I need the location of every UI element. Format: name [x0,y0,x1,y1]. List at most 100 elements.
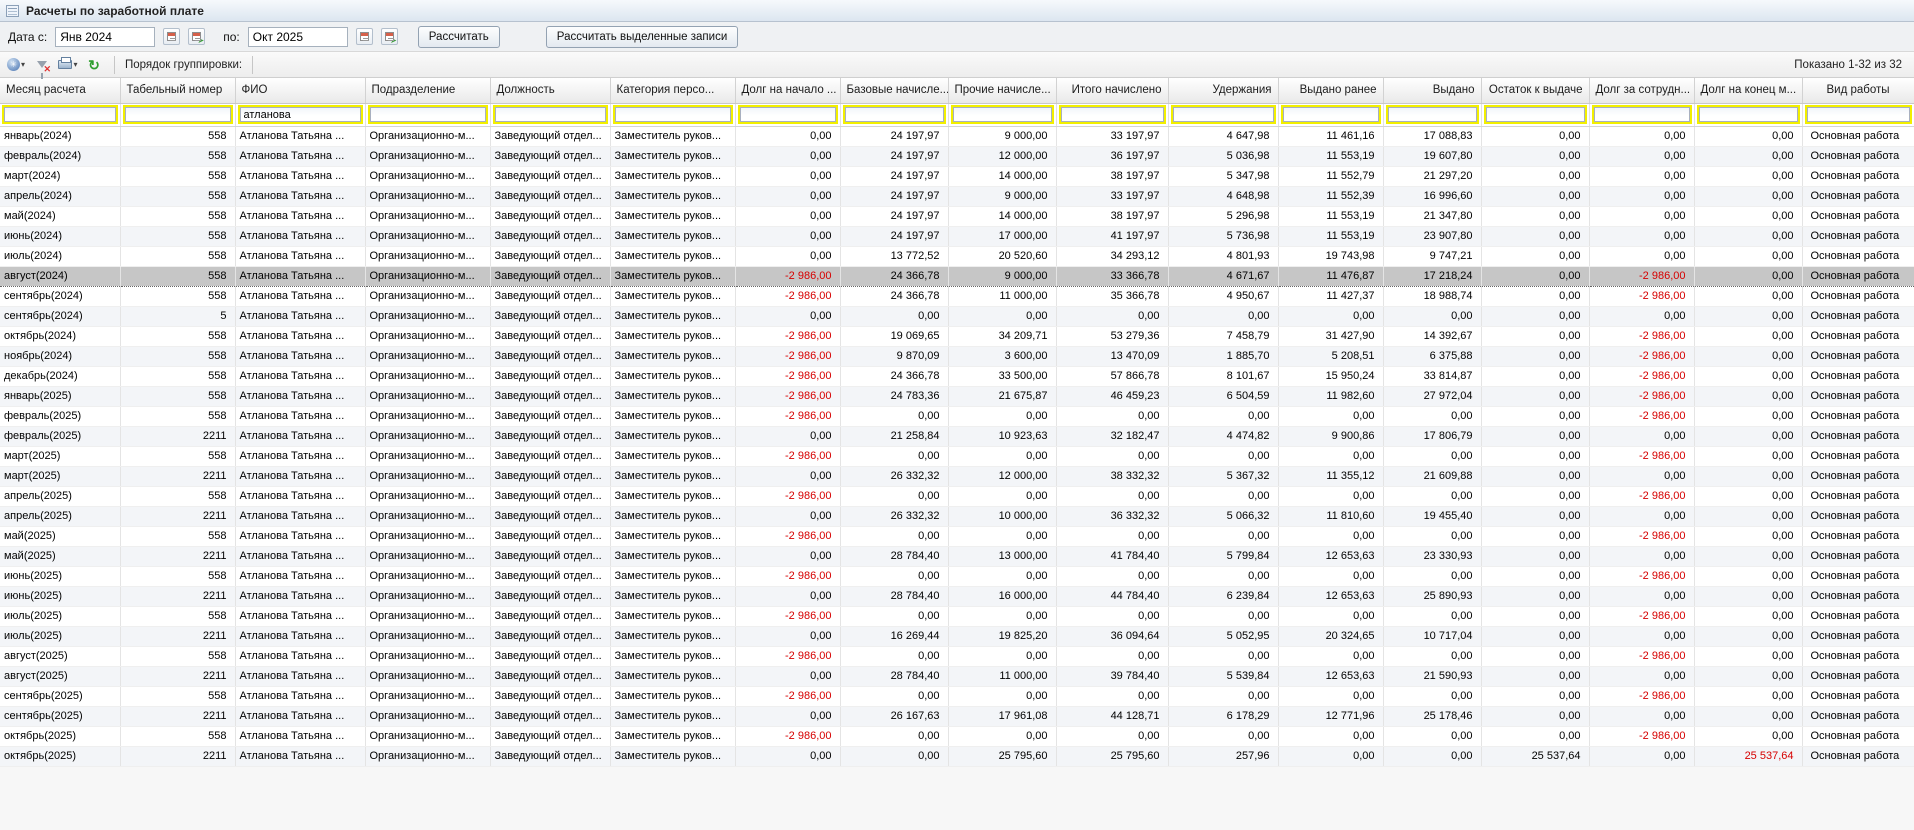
cell: 0,00 [1168,566,1278,586]
cell: 558 [120,166,235,186]
column-header-14[interactable]: Долг за сотрудн... [1589,78,1694,103]
table-row[interactable]: январь(2024)558Атланова Татьяна ...Орган… [0,126,1914,146]
cell: Заведующий отдел... [490,646,610,666]
filter-cell-5 [610,103,735,126]
table-row[interactable]: май(2024)558Атланова Татьяна ...Организа… [0,206,1914,226]
column-header-16[interactable]: Вид работы [1802,78,1914,103]
cell: 2211 [120,666,235,686]
column-header-15[interactable]: Долг на конец м... [1694,78,1802,103]
column-header-11[interactable]: Выдано ранее [1278,78,1383,103]
date-to-input[interactable] [248,27,348,47]
cell: Основная работа [1802,546,1914,566]
table-row[interactable]: май(2025)2211Атланова Татьяна ...Организ… [0,546,1914,566]
table-row[interactable]: декабрь(2024)558Атланова Татьяна ...Орга… [0,366,1914,386]
column-header-8[interactable]: Прочие начисле... [948,78,1056,103]
table-row[interactable]: июль(2025)2211Атланова Татьяна ...Органи… [0,626,1914,646]
print-icon[interactable]: ▾ [58,55,78,75]
cell: Основная работа [1802,706,1914,726]
column-header-10[interactable]: Удержания [1168,78,1278,103]
table-row[interactable]: февраль(2025)2211Атланова Татьяна ...Орг… [0,426,1914,446]
filter-input-14[interactable] [1594,107,1690,122]
filter-input-7[interactable] [845,107,944,122]
table-row[interactable]: апрель(2025)558Атланова Татьяна ...Орган… [0,486,1914,506]
table-row[interactable]: июнь(2025)558Атланова Татьяна ...Организ… [0,566,1914,586]
cell: 34 293,12 [1056,246,1168,266]
column-header-6[interactable]: Долг на начало ... [735,78,840,103]
table-row[interactable]: июль(2024)558Атланова Татьяна ...Организ… [0,246,1914,266]
filter-input-8[interactable] [953,107,1052,122]
filter-input-3[interactable] [370,107,486,122]
filter-input-13[interactable] [1486,107,1585,122]
column-header-3[interactable]: Подразделение [365,78,490,103]
column-header-12[interactable]: Выдано [1383,78,1481,103]
filter-input-10[interactable] [1173,107,1274,122]
cell: 0,00 [1168,446,1278,466]
calendar-go-icon[interactable] [381,28,398,45]
table-row[interactable]: февраль(2025)558Атланова Татьяна ...Орга… [0,406,1914,426]
cell: 5 347,98 [1168,166,1278,186]
table-row[interactable]: октябрь(2025)2211Атланова Татьяна ...Орг… [0,746,1914,766]
table-row[interactable]: февраль(2024)558Атланова Татьяна ...Орга… [0,146,1914,166]
filter-cell-15 [1694,103,1802,126]
cell: 0,00 [1383,566,1481,586]
calendar-icon[interactable] [163,28,180,45]
table-row[interactable]: сентябрь(2024)558Атланова Татьяна ...Орг… [0,286,1914,306]
table-row[interactable]: март(2024)558Атланова Татьяна ...Организ… [0,166,1914,186]
cell: 2211 [120,706,235,726]
cell: 41 784,40 [1056,546,1168,566]
filter-input-2[interactable] [240,107,361,122]
cell: 36 197,97 [1056,146,1168,166]
refresh-icon[interactable]: ↻ [84,55,104,75]
filter-input-0[interactable] [4,107,116,122]
table-row[interactable]: март(2025)2211Атланова Татьяна ...Органи… [0,466,1914,486]
table-row[interactable]: сентябрь(2024)5Атланова Татьяна ...Орган… [0,306,1914,326]
filter-input-5[interactable] [615,107,731,122]
cell: 24 197,97 [840,206,948,226]
column-header-5[interactable]: Категория персо... [610,78,735,103]
cell: 25 795,60 [948,746,1056,766]
table-row[interactable]: март(2025)558Атланова Татьяна ...Организ… [0,446,1914,466]
cell: 39 784,40 [1056,666,1168,686]
table-row[interactable]: май(2025)558Атланова Татьяна ...Организа… [0,526,1914,546]
table-row[interactable]: июнь(2024)558Атланова Татьяна ...Организ… [0,226,1914,246]
table-row[interactable]: сентябрь(2025)558Атланова Татьяна ...Орг… [0,686,1914,706]
table-row[interactable]: август(2025)2211Атланова Татьяна ...Орга… [0,666,1914,686]
date-from-input[interactable] [55,27,155,47]
filter-input-12[interactable] [1388,107,1477,122]
table-row[interactable]: июль(2025)558Атланова Татьяна ...Организ… [0,606,1914,626]
table-row[interactable]: октябрь(2025)558Атланова Татьяна ...Орга… [0,726,1914,746]
table-row[interactable]: август(2025)558Атланова Татьяна ...Орган… [0,646,1914,666]
table-row[interactable]: апрель(2024)558Атланова Татьяна ...Орган… [0,186,1914,206]
calendar-go-icon[interactable] [188,28,205,45]
cell: 0,00 [1694,726,1802,746]
column-header-13[interactable]: Остаток к выдаче [1481,78,1589,103]
filter-input-1[interactable] [125,107,231,122]
cell: 2211 [120,746,235,766]
table-row[interactable]: октябрь(2024)558Атланова Татьяна ...Орга… [0,326,1914,346]
cell: 0,00 [1694,326,1802,346]
column-header-2[interactable]: ФИО [235,78,365,103]
calculate-selected-button[interactable]: Рассчитать выделенные записи [546,26,738,48]
cell: 33 197,97 [1056,126,1168,146]
calculate-button[interactable]: Рассчитать [418,26,500,48]
filter-input-15[interactable] [1699,107,1798,122]
filter-input-11[interactable] [1283,107,1379,122]
settings-icon[interactable]: ✳▾ [6,55,26,75]
column-header-9[interactable]: Итого начислено [1056,78,1168,103]
table-row[interactable]: январь(2025)558Атланова Татьяна ...Орган… [0,386,1914,406]
column-header-0[interactable]: Месяц расчета [0,78,120,103]
filter-input-16[interactable] [1807,107,1910,122]
table-row[interactable]: апрель(2025)2211Атланова Татьяна ...Орга… [0,506,1914,526]
table-row[interactable]: ноябрь(2024)558Атланова Татьяна ...Орган… [0,346,1914,366]
filter-input-9[interactable] [1061,107,1164,122]
column-header-4[interactable]: Должность [490,78,610,103]
clear-filter-icon[interactable]: ✕ [32,55,52,75]
table-row[interactable]: август(2024)558Атланова Татьяна ...Орган… [0,266,1914,286]
column-header-7[interactable]: Базовые начисле... [840,78,948,103]
filter-input-4[interactable] [495,107,606,122]
calendar-icon[interactable] [356,28,373,45]
table-row[interactable]: июнь(2025)2211Атланова Татьяна ...Органи… [0,586,1914,606]
filter-input-6[interactable] [740,107,836,122]
column-header-1[interactable]: Табельный номер [120,78,235,103]
table-row[interactable]: сентябрь(2025)2211Атланова Татьяна ...Ор… [0,706,1914,726]
